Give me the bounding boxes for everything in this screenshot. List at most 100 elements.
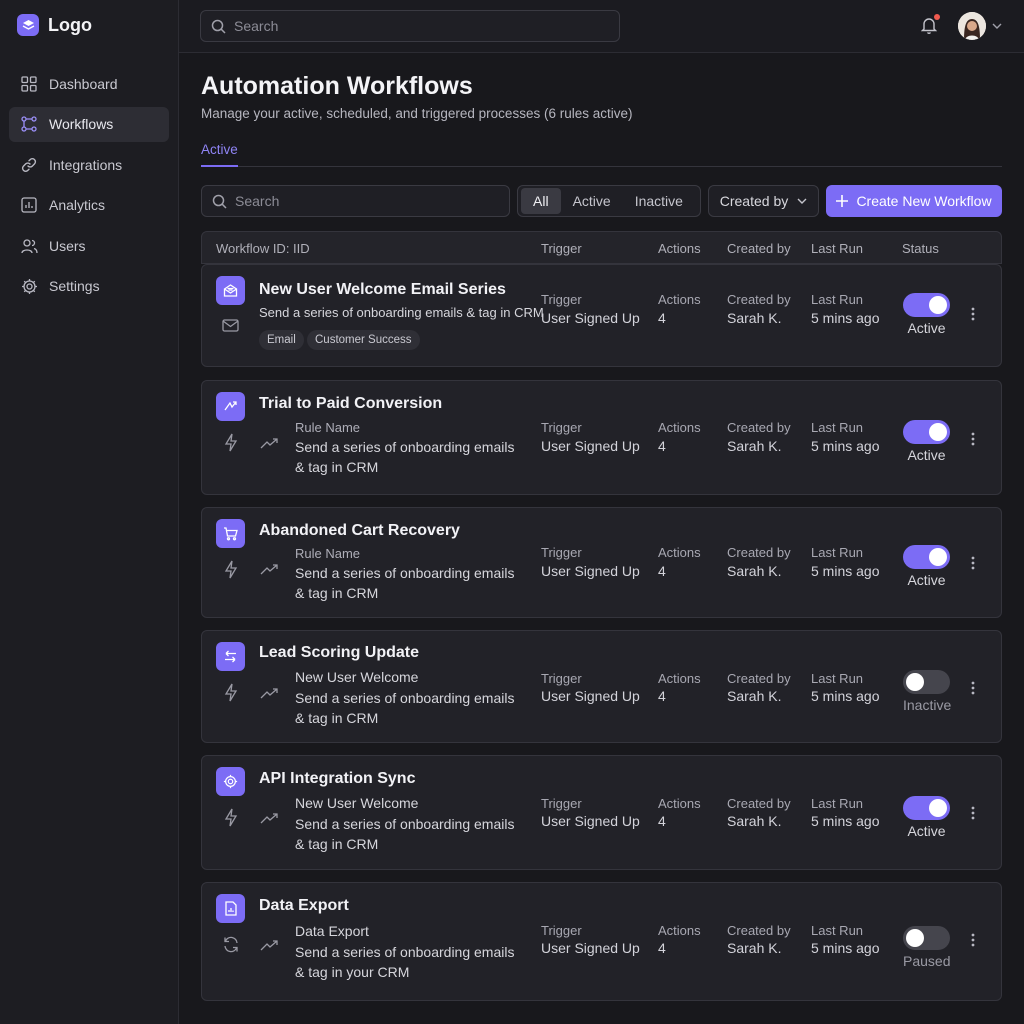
lightning-icon [224,808,238,827]
filter-all[interactable]: All [521,188,561,214]
logo-text: Logo [48,14,92,35]
avatar [958,12,986,40]
created-by-label: Created by [727,796,791,811]
header-actions: Actions [658,241,701,256]
sidebar-item-integrations[interactable]: Integrations [9,147,169,182]
search-input[interactable] [235,193,503,209]
more-options-icon[interactable] [971,432,977,446]
chart-icon [20,196,38,214]
last-run-label: Last Run [811,420,864,435]
more-options-icon[interactable] [971,933,977,947]
workflow-name[interactable]: Data Export [259,897,349,915]
actions-label: Actions [658,671,701,686]
global-search[interactable] [200,10,620,42]
sidebar-item-analytics[interactable]: Analytics [9,188,169,223]
status-toggle[interactable] [903,420,950,444]
status-toggle[interactable] [903,926,950,950]
status-text: Active [907,823,946,839]
workflow-name[interactable]: Trial to Paid Conversion [259,395,442,413]
sidebar-item-settings[interactable]: Settings [9,269,169,304]
last-run-label: Last Run [811,923,864,938]
status-text: Active [907,320,946,336]
gear-icon [20,277,38,295]
workflow-name[interactable]: Lead Scoring Update [259,644,419,662]
sidebar-item-workflows[interactable]: Workflows [9,106,169,142]
status-toggle[interactable] [903,670,950,694]
workflow-name[interactable]: Abandoned Cart Recovery [259,522,460,540]
sidebar-item-label: Dashboard [49,75,118,92]
sidebar-item-label: Integrations [49,156,123,173]
status-toggle[interactable] [903,796,950,820]
filter-inactive[interactable]: Inactive [623,188,695,214]
table-header: Workflow ID: IID Trigger Actions Created… [201,231,1002,264]
create-workflow-label: Create New Workflow [856,193,992,209]
notifications-button[interactable] [921,14,940,34]
toggle-knob [906,929,924,947]
actions-label: Actions [658,796,701,811]
toggle-knob [929,548,947,566]
more-options-icon[interactable] [971,556,977,570]
last-run-value: 5 mins ago [811,563,880,579]
created-by-value: Sarah K. [727,310,782,326]
status-text: Paused [903,953,951,969]
status-toggle[interactable] [903,293,950,317]
workflow-icon [20,115,38,133]
sidebar-item-label: Analytics [49,197,106,213]
created-by-dropdown[interactable]: Created by [708,185,819,217]
workflow-row[interactable]: Data Export Data Export Send a series of… [201,882,1002,1001]
workflow-row[interactable]: Trial to Paid Conversion Rule Name Send … [201,380,1002,495]
workflow-row[interactable]: Lead Scoring Update New User Welcome Sen… [201,630,1002,743]
more-options-icon[interactable] [971,806,977,820]
top-bar [179,0,1024,53]
convert-icon [216,392,245,421]
workflow-search[interactable] [201,185,510,217]
tag-chip: Email [259,330,304,350]
created-by-value: Sarah K. [727,563,782,579]
trigger-label: Trigger [541,796,582,811]
created-by-value: Sarah K. [727,940,782,956]
sidebar: Logo Dashboard Workflows Integrations An… [0,0,179,1024]
last-run-label: Last Run [811,545,864,560]
trigger-value: User Signed Up [541,310,640,326]
plus-icon [836,195,849,207]
workflow-description: Send a series of onboarding emails & tag… [295,944,515,980]
workflow-row[interactable]: Abandoned Cart Recovery Rule Name Send a… [201,507,1002,618]
last-run-label: Last Run [811,292,864,307]
grid-icon [20,75,38,93]
create-workflow-button[interactable]: Create New Workflow [826,185,1002,217]
trend-icon [260,812,279,824]
last-run-value: 5 mins ago [811,940,880,956]
header-workflow: Workflow ID: IID [216,241,310,256]
actions-value: 4 [658,438,666,454]
user-menu[interactable] [958,12,1002,40]
more-options-icon[interactable] [971,307,977,321]
workflow-row[interactable]: New User Welcome Email Series Send a ser… [201,264,1002,367]
actions-value: 4 [658,310,666,326]
rule-label: New User Welcome [295,669,419,685]
workflow-name[interactable]: API Integration Sync [259,770,415,788]
created-by-value: Sarah K. [727,438,782,454]
rule-label: Data Export [295,923,369,939]
tab-active[interactable]: Active [201,142,238,157]
workflow-name[interactable]: New User Welcome Email Series [259,281,506,299]
workflow-row[interactable]: API Integration Sync New User Welcome Se… [201,755,1002,870]
trigger-value: User Signed Up [541,688,640,704]
file-chart-icon [216,894,245,923]
filter-active[interactable]: Active [561,188,623,214]
rule-label: New User Welcome [295,795,419,811]
workflow-description: Send a series of onboarding emails & tag… [259,305,544,320]
chevron-down-icon [992,23,1002,29]
status-toggle[interactable] [903,545,950,569]
search-input[interactable] [234,18,602,34]
tab-divider [201,166,1002,167]
rule-label: Rule Name [295,546,361,561]
last-run-value: 5 mins ago [811,813,880,829]
logo[interactable]: Logo [17,14,92,36]
sidebar-item-dashboard[interactable]: Dashboard [9,66,169,101]
tag-chip: Customer Success [307,330,420,350]
created-by-value: Sarah K. [727,688,782,704]
more-options-icon[interactable] [971,681,977,695]
sidebar-item-users[interactable]: Users [9,228,169,263]
trend-icon [260,687,279,699]
actions-label: Actions [658,292,701,307]
